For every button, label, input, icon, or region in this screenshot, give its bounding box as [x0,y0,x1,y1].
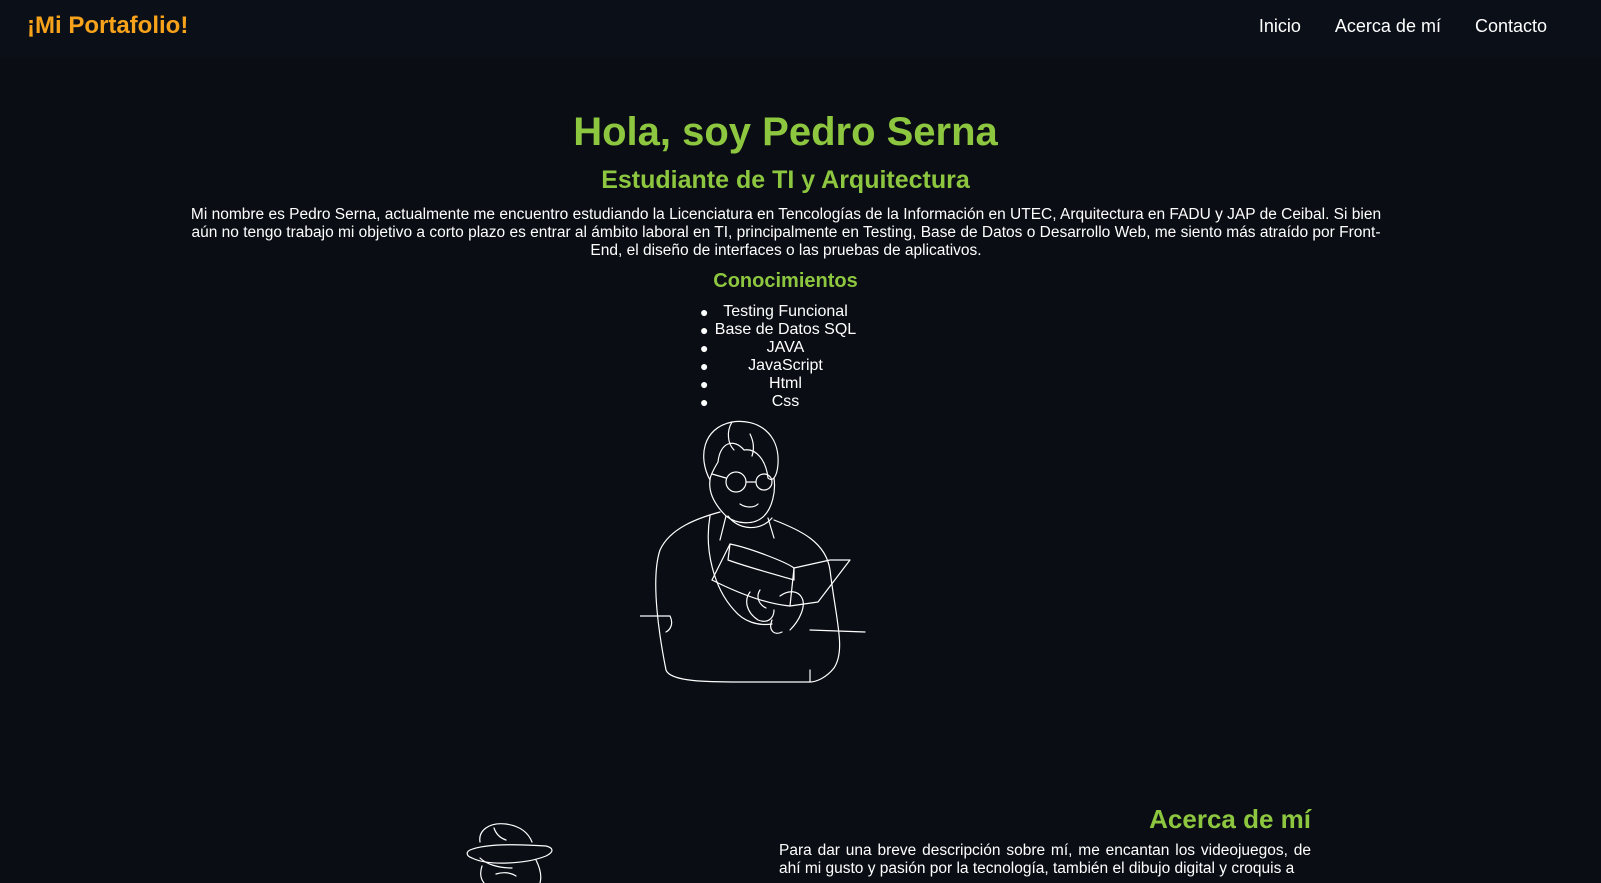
skill-item: ● Base de Datos SQL [700,321,857,338]
nav-link-contacto[interactable]: Contacto [1475,16,1547,37]
skills-list: ● Testing Funcional ● Base de Datos SQL ● J… [0,303,1571,411]
person-with-hat-illustration [466,823,553,883]
bullet-icon: ● [700,358,709,374]
hero-subtitle: Estudiante de TI y Arquitectura [601,166,970,194]
bullet-icon: ● [700,394,709,410]
bullet-icon: ● [700,322,709,338]
skill-item: ● Html [700,375,802,392]
bullet-icon: ● [700,304,709,320]
nav-link-acerca[interactable]: Acerca de mí [1335,16,1441,37]
skill-item: ● Testing Funcional [700,303,848,320]
skill-item: ● Css [700,393,800,410]
brand-logo-link[interactable]: ¡Mi Portafolio! [27,12,188,40]
nav-links: Inicio Acerca de mí Contacto [1259,16,1547,37]
skill-item: ● JAVA [700,339,805,356]
bullet-icon: ● [700,340,709,356]
bullet-icon: ● [700,376,709,392]
skill-item: ● JavaScript [700,357,823,374]
person-reading-illustration [640,420,866,683]
hero-description: Mi nombre es Pedro Serna, actualmente me… [190,206,1382,259]
nav-link-inicio[interactable]: Inicio [1259,16,1301,37]
hero-title: Hola, soy Pedro Serna [573,110,998,154]
skills-title: Conocimientos [713,270,858,292]
about-title: Acerca de mí [1149,804,1311,834]
about-text: Para dar una breve descripción sobre mí,… [779,842,1311,877]
navbar: ¡Mi Portafolio! Inicio Acerca de mí Cont… [0,0,1601,58]
